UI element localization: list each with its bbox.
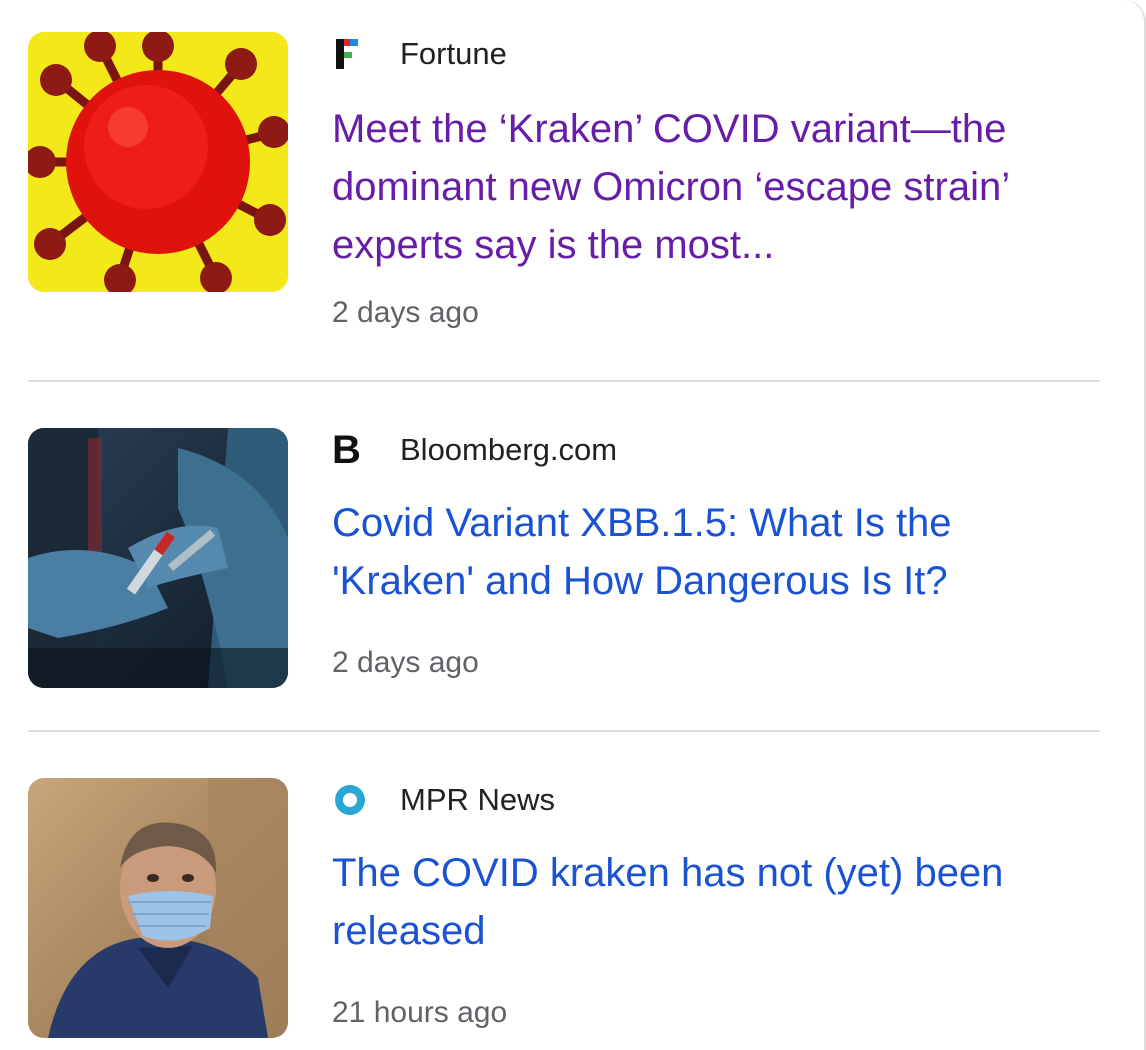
news-card[interactable]: B Bloomberg.com Covid Variant XBB.1.5: W… <box>0 396 1100 696</box>
coronavirus-illustration <box>28 32 288 292</box>
news-card[interactable]: Fortune Meet the ‘Kraken’ COVID variant—… <box>0 0 1100 329</box>
article-headline-link[interactable]: The COVID kraken has not (yet) been rele… <box>332 844 1092 960</box>
article-source[interactable]: Fortune <box>332 34 507 74</box>
article-source[interactable]: MPR News <box>332 780 555 820</box>
article-timestamp: 21 hours ago <box>332 996 508 1029</box>
mpr-news-logo-icon <box>332 780 372 820</box>
fortune-logo-icon <box>332 34 372 74</box>
article-headline-link[interactable]: Meet the ‘Kraken’ COVID variant—the domi… <box>332 100 1092 274</box>
card-frame-edge <box>1124 0 1146 1050</box>
article-timestamp: 2 days ago <box>332 296 479 329</box>
article-thumbnail[interactable] <box>28 778 288 1038</box>
news-card[interactable]: MPR News The COVID kraken has not (yet) … <box>0 746 1100 1046</box>
article-thumbnail[interactable] <box>28 32 288 292</box>
article-timestamp: 2 days ago <box>332 646 479 679</box>
masked-health-worker-photo <box>28 778 288 1038</box>
source-name: Fortune <box>400 36 507 71</box>
source-name: MPR News <box>400 782 556 817</box>
bloomberg-logo-icon: B <box>332 428 361 472</box>
article-headline-link[interactable]: Covid Variant XBB.1.5: What Is the 'Krak… <box>332 494 1092 610</box>
source-name: Bloomberg.com <box>400 432 618 467</box>
divider <box>28 730 1100 732</box>
lab-gloves-test-tube-photo <box>28 428 288 688</box>
divider <box>28 380 1100 382</box>
news-results-page: Fortune Meet the ‘Kraken’ COVID variant—… <box>0 0 1146 1050</box>
article-thumbnail[interactable] <box>28 428 288 688</box>
article-source[interactable]: B Bloomberg.com <box>332 430 617 470</box>
